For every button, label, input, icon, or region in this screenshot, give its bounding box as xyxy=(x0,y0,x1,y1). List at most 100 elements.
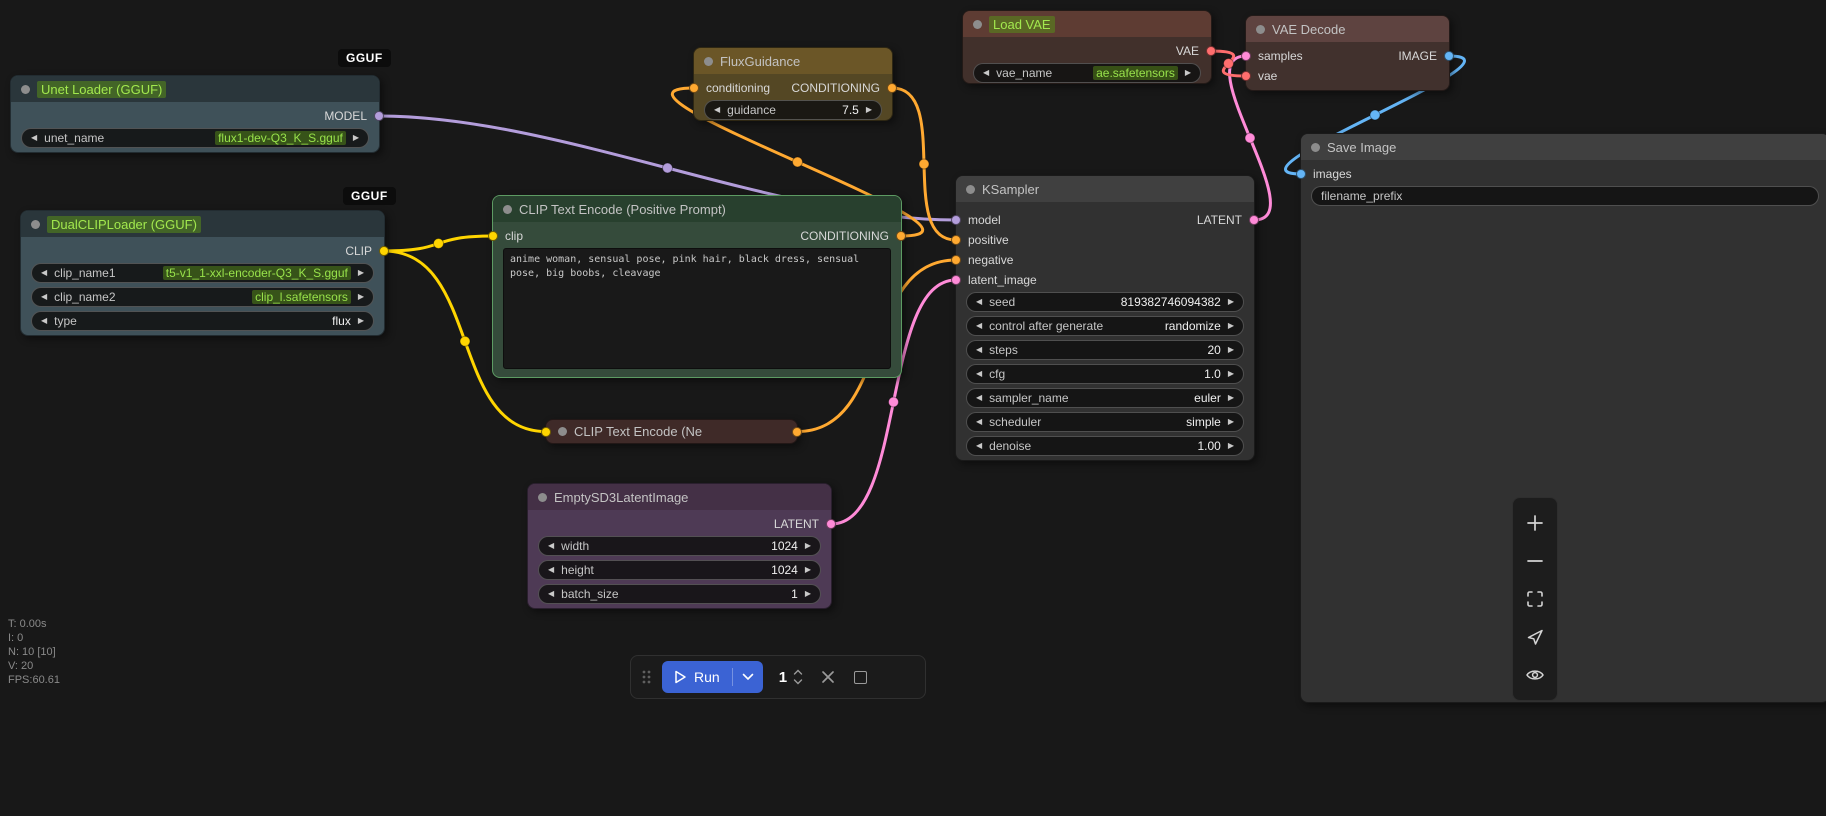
node-header[interactable]: FluxGuidance xyxy=(694,48,892,74)
widget-seed[interactable]: ◀ seed 819382746094382 ▶ xyxy=(966,292,1244,312)
collapse-toggle-icon[interactable] xyxy=(31,219,40,229)
node-header[interactable]: Save Image xyxy=(1301,134,1826,160)
stop-button[interactable] xyxy=(854,670,868,684)
run-button-main[interactable]: Run xyxy=(662,669,732,685)
zoom-in-button[interactable] xyxy=(1517,504,1553,542)
prompt-textarea[interactable] xyxy=(503,248,891,369)
decrement-arrow-icon[interactable]: ◀ xyxy=(976,394,982,402)
widget-guidance[interactable]: ◀ guidance 7.5 ▶ xyxy=(704,100,882,120)
decrement-arrow-icon[interactable]: ◀ xyxy=(976,442,982,450)
IMAGE-output-port[interactable] xyxy=(1444,51,1454,61)
cancel-button[interactable] xyxy=(821,670,835,684)
increment-arrow-icon[interactable]: ▶ xyxy=(358,269,364,277)
CONDITIONING-output-port[interactable] xyxy=(887,83,897,93)
widget-steps[interactable]: ◀ steps 20 ▶ xyxy=(966,340,1244,360)
node-empty-sd3-latent[interactable]: EmptySD3LatentImage LATENT ◀ width 1024 ▶ ◀ hei… xyxy=(527,483,836,609)
VAE-output-port[interactable] xyxy=(1206,46,1216,56)
decrement-arrow-icon[interactable]: ◀ xyxy=(548,542,554,550)
samples-input-port[interactable] xyxy=(1241,51,1251,61)
decrement-arrow-icon[interactable]: ◀ xyxy=(983,69,989,77)
node-header[interactable]: EmptySD3LatentImage xyxy=(528,484,831,510)
decrement-arrow-icon[interactable]: ◀ xyxy=(41,293,47,301)
decrement-arrow-icon[interactable]: ◀ xyxy=(976,370,982,378)
node-header[interactable]: KSampler xyxy=(956,176,1254,202)
decrement-arrow-icon[interactable]: ◀ xyxy=(714,106,720,114)
drag-handle-icon[interactable] xyxy=(641,669,652,685)
decrement-arrow-icon[interactable]: ◀ xyxy=(41,317,47,325)
widget-scheduler[interactable]: ◀ scheduler simple ▶ xyxy=(966,412,1244,432)
widget-width[interactable]: ◀ width 1024 ▶ xyxy=(538,536,821,556)
node-vae-decode[interactable]: VAE Decode samples IMAGE vae xyxy=(1241,15,1454,91)
decrement-arrow-icon[interactable]: ◀ xyxy=(41,269,47,277)
node-ksampler[interactable]: KSampler model LATENT positive negative laten… xyxy=(951,175,1259,461)
collapse-toggle-icon[interactable] xyxy=(21,84,30,94)
latent_image-input-port[interactable] xyxy=(951,275,961,285)
node-graph-canvas[interactable]: Unet Loader (GGUF) MODEL ◀ unet_name flux1-d… xyxy=(0,0,1826,816)
increment-arrow-icon[interactable]: ▶ xyxy=(358,293,364,301)
increment-arrow-icon[interactable]: ▶ xyxy=(1228,322,1234,330)
widget-clip_name1[interactable]: ◀ clip_name1 t5-v1_1-xxl-encoder-Q3_K_S.gg… xyxy=(31,263,374,283)
widget-cfg[interactable]: ◀ cfg 1.0 ▶ xyxy=(966,364,1244,384)
increment-arrow-icon[interactable]: ▶ xyxy=(1228,298,1234,306)
increment-arrow-icon[interactable]: ▶ xyxy=(1228,370,1234,378)
increment-arrow-icon[interactable]: ▶ xyxy=(805,590,811,598)
widget-denoise[interactable]: ◀ denoise 1.00 ▶ xyxy=(966,436,1244,456)
navigate-button[interactable] xyxy=(1517,618,1553,656)
decrement-arrow-icon[interactable]: ◀ xyxy=(976,346,982,354)
node-header[interactable]: DualCLIPLoader (GGUF) xyxy=(21,211,384,237)
decrement-arrow-icon[interactable]: ◀ xyxy=(976,418,982,426)
widget-vae_name[interactable]: ◀ vae_name ae.safetensors ▶ xyxy=(973,63,1201,83)
increment-arrow-icon[interactable]: ▶ xyxy=(358,317,364,325)
increment-arrow-icon[interactable]: ▶ xyxy=(1228,394,1234,402)
conditioning-input-port[interactable] xyxy=(689,83,699,93)
MODEL-output-port[interactable] xyxy=(374,111,384,121)
increment-arrow-icon[interactable]: ▶ xyxy=(1228,346,1234,354)
widget-control-after-generate[interactable]: ◀ control after generate randomize ▶ xyxy=(966,316,1244,336)
widget-batch_size[interactable]: ◀ batch_size 1 ▶ xyxy=(538,584,821,604)
negative-input-port[interactable] xyxy=(951,255,961,265)
model-input-port[interactable] xyxy=(951,215,961,225)
zoom-out-button[interactable] xyxy=(1517,542,1553,580)
run-options-chevron[interactable] xyxy=(733,673,763,681)
node-save-image[interactable]: Save Image images filename_prefix xyxy=(1296,133,1826,703)
clip-input-port[interactable] xyxy=(488,231,498,241)
widget-type[interactable]: ◀ type flux ▶ xyxy=(31,311,374,331)
decrement-arrow-icon[interactable]: ◀ xyxy=(976,298,982,306)
collapse-toggle-icon[interactable] xyxy=(1256,24,1265,34)
node-dual-clip-loader[interactable]: DualCLIPLoader (GGUF) CLIP ◀ clip_name1 t5-v… xyxy=(20,210,389,336)
fit-view-button[interactable] xyxy=(1517,580,1553,618)
increment-arrow-icon[interactable]: ▶ xyxy=(1228,418,1234,426)
decrement-arrow-icon[interactable]: ◀ xyxy=(548,566,554,574)
decrement-arrow-icon[interactable]: ◀ xyxy=(31,134,37,142)
widget-unet_name[interactable]: ◀ unet_name flux1-dev-Q3_K_S.gguf ▶ xyxy=(21,128,369,148)
increment-arrow-icon[interactable]: ▶ xyxy=(1228,442,1234,450)
collapse-toggle-icon[interactable] xyxy=(704,56,713,66)
collapse-toggle-icon[interactable] xyxy=(538,492,547,502)
collapse-toggle-icon[interactable] xyxy=(973,19,982,29)
toggle-visibility-button[interactable] xyxy=(1517,656,1553,694)
images-input-port[interactable] xyxy=(1296,169,1306,179)
widget-clip_name2[interactable]: ◀ clip_name2 clip_l.safetensors ▶ xyxy=(31,287,374,307)
batch-count-stepper[interactable] xyxy=(793,668,803,686)
widget-sampler_name[interactable]: ◀ sampler_name euler ▶ xyxy=(966,388,1244,408)
LATENT-output-port[interactable] xyxy=(826,519,836,529)
node-clip-text-encode-positive[interactable]: CLIP Text Encode (Positive Prompt) clip CO… xyxy=(488,195,906,378)
CONDITIONING-output-port[interactable] xyxy=(896,231,906,241)
collapse-toggle-icon[interactable] xyxy=(966,184,975,194)
in-input-port[interactable] xyxy=(541,426,551,437)
node-header[interactable]: Unet Loader (GGUF) xyxy=(11,76,379,102)
node-unet-loader[interactable]: Unet Loader (GGUF) MODEL ◀ unet_name flux1-d… xyxy=(10,75,384,153)
collapse-toggle-icon[interactable] xyxy=(1311,142,1320,152)
node-flux-guidance[interactable]: FluxGuidance conditioning CONDITIONING ◀ gui… xyxy=(689,47,897,121)
increment-arrow-icon[interactable]: ▶ xyxy=(805,542,811,550)
node-load-vae[interactable]: Load VAE VAE ◀ vae_name ae.safetensors ▶ xyxy=(962,10,1216,84)
widget-height[interactable]: ◀ height 1024 ▶ xyxy=(538,560,821,580)
node-header[interactable]: VAE Decode xyxy=(1246,16,1449,42)
batch-count-value[interactable]: 1 xyxy=(779,669,787,686)
positive-input-port[interactable] xyxy=(951,235,961,245)
CLIP-output-port[interactable] xyxy=(379,246,389,256)
node-header[interactable]: CLIP Text Encode (Positive Prompt) xyxy=(493,196,901,222)
increment-arrow-icon[interactable]: ▶ xyxy=(353,134,359,142)
widget-filename_prefix[interactable]: filename_prefix xyxy=(1311,186,1819,206)
vae-input-port[interactable] xyxy=(1241,71,1251,81)
